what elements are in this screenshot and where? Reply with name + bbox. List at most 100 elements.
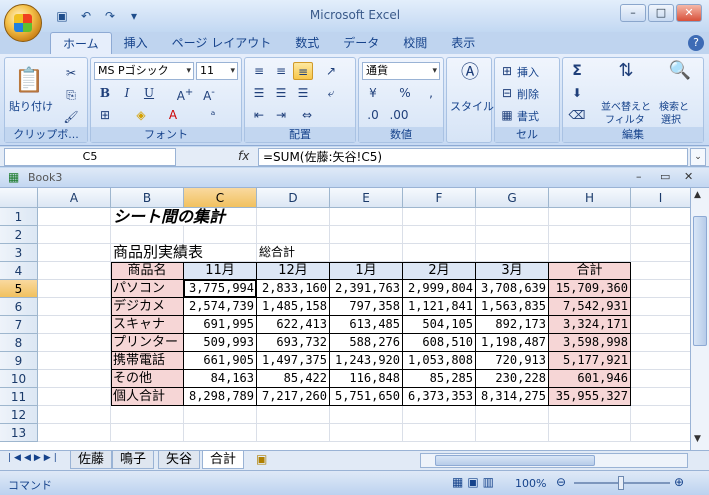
tab-view[interactable]: 表示 xyxy=(439,32,487,54)
row-label[interactable]: 個人合計 xyxy=(111,388,184,406)
column-header-c[interactable]: C xyxy=(184,188,257,208)
value-cell[interactable]: 1,497,375 xyxy=(257,352,330,370)
value-cell[interactable]: 509,993 xyxy=(184,334,257,352)
cell[interactable] xyxy=(257,424,330,442)
cell[interactable] xyxy=(631,208,690,226)
wrap-text-icon[interactable]: ⤶ xyxy=(321,84,341,102)
insert-cells-icon[interactable]: ⊞ xyxy=(497,62,517,80)
horizontal-scroll-thumb[interactable] xyxy=(435,455,595,466)
table-header[interactable]: 合計 xyxy=(549,262,631,280)
align-left-icon[interactable]: ☰ xyxy=(249,84,269,102)
zoom-slider-thumb[interactable] xyxy=(618,476,624,490)
format-cells-button[interactable]: 書式 xyxy=(517,108,539,124)
worksheet-grid[interactable]: A B C D E F G H I 1 シート間の集計 2 3 商品別実績表 総合計 4 商品名 11月 12月 1月… xyxy=(0,188,690,450)
phonetic-icon[interactable]: ᵃ xyxy=(203,106,223,124)
minimize-button[interactable]: – xyxy=(620,4,646,22)
cell[interactable] xyxy=(111,424,184,442)
help-icon[interactable]: ? xyxy=(688,35,704,51)
cell[interactable] xyxy=(330,406,403,424)
styles-button[interactable]: スタイル xyxy=(450,98,494,114)
paste-button[interactable]: 貼り付け xyxy=(9,98,53,114)
table-header[interactable]: 2月 xyxy=(403,262,476,280)
value-cell[interactable]: 3,708,639 xyxy=(476,280,549,298)
select-label[interactable]: 選択 xyxy=(661,111,681,126)
percent-button[interactable]: % xyxy=(395,84,415,102)
orientation-icon[interactable]: ↗ xyxy=(321,62,341,80)
cell[interactable] xyxy=(549,226,631,244)
vertical-scrollbar[interactable]: ▲ ▼ xyxy=(690,188,709,450)
insert-sheet-icon[interactable]: ▣ xyxy=(256,452,267,466)
value-cell[interactable]: 1,485,158 xyxy=(257,298,330,316)
tab-data[interactable]: データ xyxy=(331,32,391,54)
undo-icon[interactable]: ↶ xyxy=(76,7,96,25)
close-button[interactable]: ✕ xyxy=(676,4,702,22)
maximize-button[interactable]: □ xyxy=(648,4,674,22)
increase-decimal-icon[interactable]: .0 xyxy=(363,106,383,124)
row-label[interactable]: デジカメ xyxy=(111,298,184,316)
fill-icon[interactable]: ⬇ xyxy=(567,84,587,102)
row-total-cell[interactable]: 15,709,360 xyxy=(549,280,631,298)
merge-center-icon[interactable]: ⇔ xyxy=(297,106,317,124)
cell[interactable] xyxy=(38,334,111,352)
row-header-2[interactable]: 2 xyxy=(0,226,38,244)
value-cell[interactable]: 85,285 xyxy=(403,370,476,388)
table-header[interactable]: 12月 xyxy=(257,262,330,280)
row-total-cell[interactable]: 35,955,327 xyxy=(549,388,631,406)
cell[interactable] xyxy=(38,388,111,406)
row-header-7[interactable]: 7 xyxy=(0,316,38,334)
vertical-scroll-thumb[interactable] xyxy=(693,216,707,346)
column-header-b[interactable]: B xyxy=(111,188,184,208)
value-cell[interactable]: 1,198,487 xyxy=(476,334,549,352)
cell[interactable] xyxy=(257,406,330,424)
cell[interactable] xyxy=(403,244,476,262)
row-header-11[interactable]: 11 xyxy=(0,388,38,406)
cell[interactable] xyxy=(476,226,549,244)
cell[interactable] xyxy=(631,226,690,244)
cell[interactable] xyxy=(257,208,330,226)
zoom-level[interactable]: 100% xyxy=(515,477,546,490)
value-cell[interactable]: 5,751,650 xyxy=(330,388,403,406)
cell[interactable] xyxy=(38,280,111,298)
sheet-tab-naruko[interactable]: 鳴子 xyxy=(112,451,155,469)
sheet-tab-sato[interactable]: 佐藤 xyxy=(70,451,113,469)
tab-formulas[interactable]: 数式 xyxy=(283,32,331,54)
column-header-g[interactable]: G xyxy=(476,188,549,208)
value-cell[interactable]: 608,510 xyxy=(403,334,476,352)
styles-icon[interactable]: Ⓐ xyxy=(459,64,481,90)
view-mode-icons[interactable]: ▦▣▥ xyxy=(452,475,498,489)
cell[interactable] xyxy=(38,226,111,244)
tab-insert[interactable]: 挿入 xyxy=(112,32,160,54)
row-total-cell[interactable]: 7,542,931 xyxy=(549,298,631,316)
cell[interactable] xyxy=(631,316,690,334)
format-cells-icon[interactable]: ▦ xyxy=(497,106,517,124)
cell[interactable] xyxy=(631,406,690,424)
value-cell[interactable]: 116,848 xyxy=(330,370,403,388)
expand-formula-bar-icon[interactable]: ⌄ xyxy=(690,148,706,166)
cut-icon[interactable]: ✂ xyxy=(61,64,81,82)
insert-function-button[interactable]: fx xyxy=(238,149,249,163)
row-label[interactable]: 携帯電話 xyxy=(111,352,184,370)
table-header[interactable]: 3月 xyxy=(476,262,549,280)
value-cell[interactable]: 2,574,739 xyxy=(184,298,257,316)
align-right-icon[interactable]: ☰ xyxy=(293,84,313,102)
cell[interactable] xyxy=(184,424,257,442)
value-cell[interactable]: 622,413 xyxy=(257,316,330,334)
value-cell[interactable]: 1,121,841 xyxy=(403,298,476,316)
row-total-cell[interactable]: 3,598,998 xyxy=(549,334,631,352)
row-total-cell[interactable]: 601,946 xyxy=(549,370,631,388)
select-all-corner[interactable] xyxy=(0,188,38,208)
cell[interactable] xyxy=(38,208,111,226)
row-header-9[interactable]: 9 xyxy=(0,352,38,370)
format-painter-icon[interactable]: 🖌 xyxy=(61,108,81,126)
font-color-icon[interactable]: A xyxy=(163,106,183,124)
cell[interactable] xyxy=(111,406,184,424)
insert-cells-button[interactable]: 挿入 xyxy=(517,64,539,80)
copy-icon[interactable]: ⎘ xyxy=(61,86,81,104)
value-cell[interactable]: 3,775,994 xyxy=(184,280,257,298)
increase-indent-icon[interactable]: ⇥ xyxy=(271,106,291,124)
row-header-12[interactable]: 12 xyxy=(0,406,38,424)
value-cell[interactable]: 892,173 xyxy=(476,316,549,334)
formula-input[interactable]: =SUM(佐藤:矢谷!C5) xyxy=(258,148,688,166)
cell[interactable] xyxy=(476,208,549,226)
cell[interactable] xyxy=(403,424,476,442)
